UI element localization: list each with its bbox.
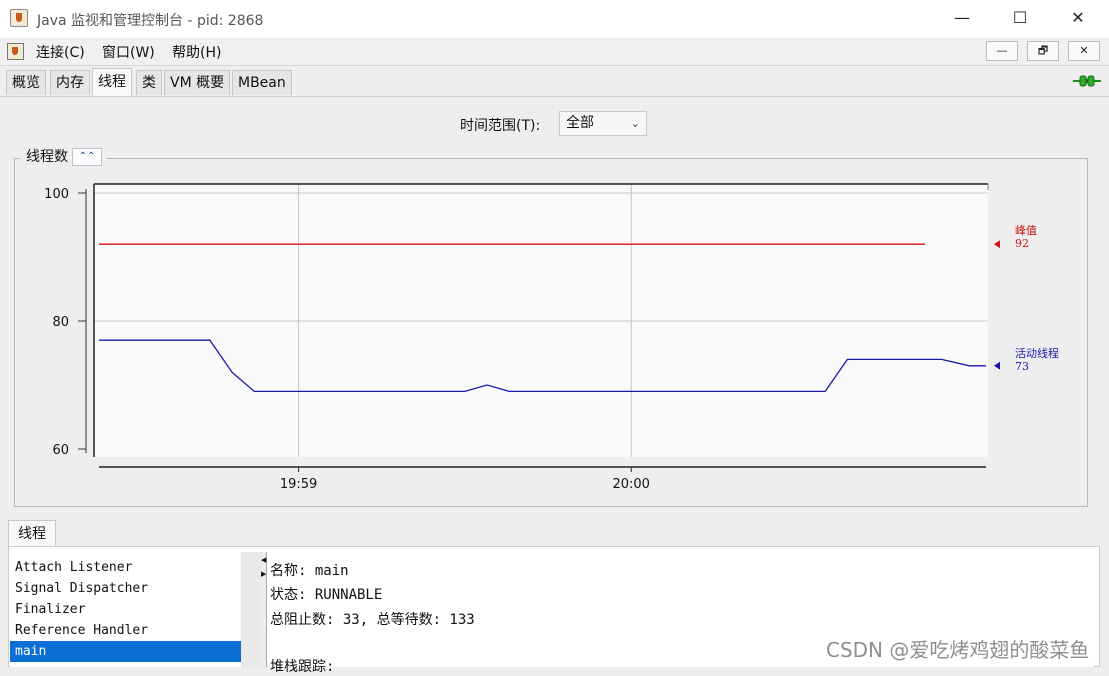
legend-marker [994,240,1000,249]
split-right-arrow-icon[interactable]: ▶ [261,570,266,578]
y-tick-label: 100 [44,187,69,202]
thread-name-line: 名称: main [270,563,349,579]
thread-counts-line: 总阻止数: 33, 总等待数: 133 [270,612,475,628]
stack-trace-label: 堆栈跟踪: [270,659,335,675]
x-tick-label: 19:59 [280,477,317,492]
thread-list-scrollbar[interactable] [241,552,262,667]
legend-series-value: 92 [1015,237,1029,250]
watermark: CSDN @爱吃烤鸡翅的酸菜鱼 [826,638,1090,662]
x-tick-label: 20:00 [612,477,649,492]
y-tick-label: 60 [52,443,69,458]
split-left-arrow-icon[interactable]: ◀ [261,556,266,564]
tab-threads-lower[interactable]: 线程 [8,520,56,547]
legend-series-name: 峰值 [1015,224,1037,237]
thread-list-item[interactable]: Reference Handler [10,620,241,641]
thread-state-line: 状态: RUNNABLE [270,587,383,603]
thread-list[interactable]: Attach Listener Signal Dispatcher Finali… [10,557,241,667]
thread-list-item-selected[interactable]: main [10,641,241,662]
legend-series-value: 73 [1015,360,1029,373]
thread-list-item[interactable]: Finalizer [10,599,241,620]
y-tick-label: 80 [52,315,69,330]
legend-series-name: 活动线程 [1015,346,1059,360]
legend-marker [994,361,1000,370]
thread-list-item[interactable]: Attach Listener [10,557,241,578]
thread-list-item[interactable]: Signal Dispatcher [10,578,241,599]
